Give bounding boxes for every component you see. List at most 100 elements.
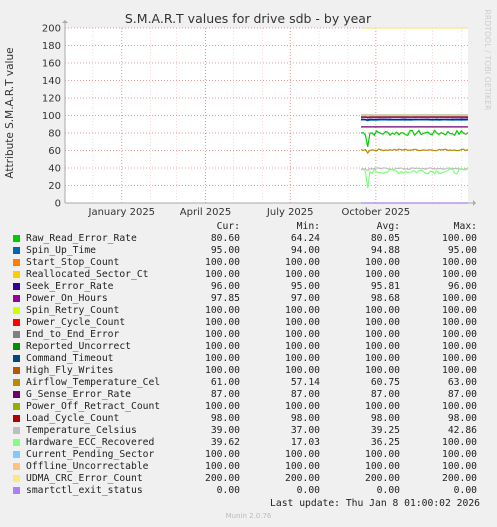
legend-row: End_to_End_Error 100.00 100.00 100.00 100.00 [10, 329, 480, 341]
legend-avg-value: 94.88 [370, 245, 400, 256]
legend-cur-value: 100.00 [205, 365, 240, 376]
legend-avg-value: 100.00 [365, 353, 400, 364]
legend-min-value: 87.00 [290, 389, 320, 400]
legend-series-name: UDMA_CRC_Error_Count [26, 473, 143, 484]
munin-version: Munin 2.0.76 [225, 512, 272, 520]
legend-series-name: Temperature_Celsius [26, 425, 137, 436]
legend-series-name: Start_Stop_Count [26, 257, 120, 268]
legend-min-value: 98.00 [290, 413, 320, 424]
x-tick-label: January 2025 [88, 207, 156, 218]
legend-swatch [13, 259, 20, 266]
legend-max-value: 100.00 [442, 461, 477, 472]
legend-cur-value: 80.60 [210, 233, 240, 244]
legend-min-value: 100.00 [285, 365, 320, 376]
legend-series-name: Airflow_Temperature_Cel [26, 377, 161, 388]
legend-swatch [13, 451, 20, 458]
legend-swatch [13, 415, 20, 422]
legend-row: Current_Pending_Sector 100.00 100.00 100.00… [10, 449, 480, 461]
legend-header: Cur: Min: Avg: Max: [10, 221, 480, 233]
legend-cur-value: 100.00 [205, 401, 240, 412]
legend-cur-value: 0.00 [216, 485, 240, 496]
legend-series-name: Raw_Read_Error_Rate [26, 233, 137, 244]
legend-avg-value: 98.68 [370, 293, 400, 304]
legend-row: Power_On_Hours 97.85 97.00 98.68 100.00 [10, 293, 480, 305]
legend-series-name: smartctl_exit_status [26, 485, 143, 496]
legend-avg-value: 100.00 [365, 317, 400, 328]
col-avg-header: Avg: [376, 221, 400, 232]
legend-series-name: Spin_Up_Time [26, 245, 96, 256]
legend-max-value: 200.00 [442, 473, 477, 484]
legend-swatch [13, 235, 20, 242]
legend-avg-value: 98.00 [370, 413, 400, 424]
legend-cur-value: 98.00 [210, 413, 240, 424]
legend-max-value: 100.00 [442, 449, 477, 460]
legend-max-value: 100.00 [442, 293, 477, 304]
legend-min-value: 37.00 [290, 425, 320, 436]
legend-series-name: End_to_End_Error [26, 329, 120, 340]
legend-max-value: 100.00 [442, 341, 477, 352]
legend-max-value: 42.86 [447, 425, 477, 436]
last-update: Last update: Thu Jan 8 01:00:02 2026 [270, 498, 480, 509]
legend-min-value: 200.00 [285, 473, 320, 484]
legend-min-value: 95.00 [290, 281, 320, 292]
col-cur-header: Cur: [216, 221, 240, 232]
legend-swatch [13, 379, 20, 386]
legend-min-value: 100.00 [285, 317, 320, 328]
legend-avg-value: 100.00 [365, 257, 400, 268]
legend-swatch [13, 391, 20, 398]
legend-swatch [13, 271, 20, 278]
x-tick-label: April 2025 [180, 207, 231, 218]
legend-swatch [13, 463, 20, 470]
legend-max-value: 100.00 [442, 329, 477, 340]
y-tick-label: 80 [48, 129, 61, 140]
legend-avg-value: 100.00 [365, 461, 400, 472]
legend-max-value: 98.00 [447, 413, 477, 424]
legend-swatch [13, 487, 20, 494]
y-tick-label: 160 [42, 59, 61, 70]
legend-series-name: G_Sense_Error_Rate [26, 389, 131, 400]
legend-max-value: 100.00 [442, 317, 477, 328]
legend-max-value: 100.00 [442, 269, 477, 280]
legend-series-name: Offline_Uncorrectable [26, 461, 149, 472]
legend-min-value: 94.00 [290, 245, 320, 256]
y-tick-label: 140 [42, 76, 61, 87]
legend-min-value: 100.00 [285, 341, 320, 352]
legend-row: Reallocated_Sector_Ct 100.00 100.00 100.00 1… [10, 269, 480, 281]
legend-avg-value: 100.00 [365, 365, 400, 376]
legend-max-value: 100.00 [442, 233, 477, 244]
legend-max-value: 100.00 [442, 401, 477, 412]
legend-min-value: 100.00 [285, 257, 320, 268]
legend-cur-value: 96.00 [210, 281, 240, 292]
legend-series-name: Load_Cycle_Count [26, 413, 120, 424]
legend-row: Offline_Uncorrectable 100.00 100.00 100.00 1… [10, 461, 480, 473]
legend-avg-value: 39.25 [370, 425, 400, 436]
legend-series-name: Power_Off_Retract_Count [26, 401, 161, 412]
legend-min-value: 100.00 [285, 449, 320, 460]
legend-swatch [13, 319, 20, 326]
legend-max-value: 96.00 [447, 281, 477, 292]
legend-min-value: 100.00 [285, 329, 320, 340]
col-min-header: Min: [296, 221, 320, 232]
legend-row: smartctl_exit_status 0.00 0.00 0.00 0.00 [10, 485, 480, 497]
legend-cur-value: 95.00 [210, 245, 240, 256]
legend-avg-value: 100.00 [365, 341, 400, 352]
legend-row: Airflow_Temperature_Cel 61.00 57.14 60.75 63… [10, 377, 480, 389]
plot-area: January 2025 April 2025 July 2025 October 2… [42, 20, 476, 218]
legend-series-name: Reallocated_Sector_Ct [26, 269, 149, 280]
legend-series-name: Current_Pending_Sector [26, 449, 155, 460]
legend-avg-value: 100.00 [365, 329, 400, 340]
legend-swatch [13, 343, 20, 350]
legend-swatch [13, 283, 20, 290]
legend-row: Hardware_ECC_Recovered 39.62 17.03 36.25 100… [10, 437, 480, 449]
legend-row: Power_Off_Retract_Count 100.00 100.00 100.0… [10, 401, 480, 413]
y-axis-label: Attribute S.M.A.R.T value [4, 47, 16, 178]
legend-cur-value: 39.62 [210, 437, 240, 448]
legend-cur-value: 87.00 [210, 389, 240, 400]
legend-avg-value: 100.00 [365, 269, 400, 280]
legend-avg-value: 100.00 [365, 305, 400, 316]
legend-row: Start_Stop_Count 100.00 100.00 100.00 100.00 [10, 257, 480, 269]
y-tick-label: 40 [48, 164, 61, 175]
col-max-header: Max: [453, 221, 477, 232]
legend-cur-value: 61.00 [210, 377, 240, 388]
legend-min-value: 100.00 [285, 401, 320, 412]
